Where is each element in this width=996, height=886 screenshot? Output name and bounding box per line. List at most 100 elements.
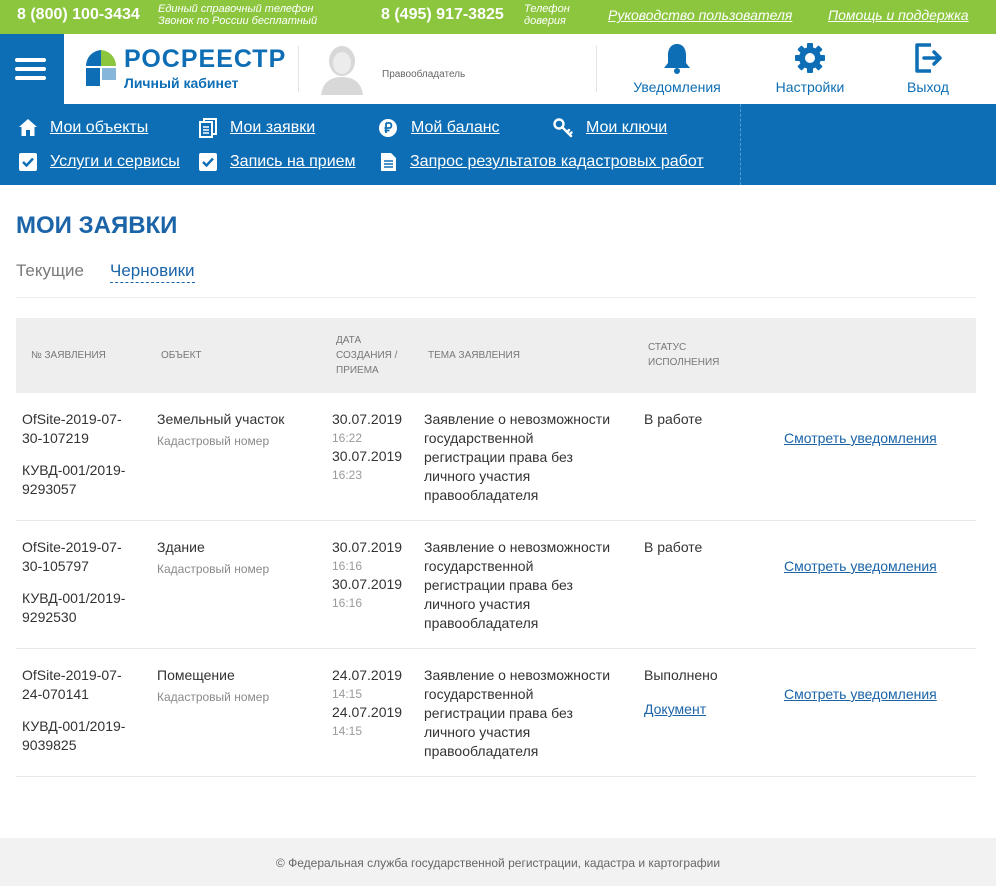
notifications-button[interactable]: Уведомления xyxy=(617,42,737,102)
notifications-label: Уведомления xyxy=(633,79,721,95)
ruble-icon xyxy=(379,119,397,137)
received-date: 30.07.2019 xyxy=(332,576,403,592)
footer: © Федеральная служба государственной рег… xyxy=(0,838,996,886)
header-date-l1: ДАТА xyxy=(336,335,362,346)
created-date: 30.07.2019 xyxy=(332,411,403,427)
bell-icon xyxy=(664,44,690,74)
received-time: 14:15 xyxy=(332,724,363,738)
received-time: 16:23 xyxy=(332,468,363,482)
topic-l2: государственной xyxy=(424,558,534,574)
hotline-note-line2: Звонок по России бесплатный xyxy=(158,15,318,27)
status-text: Выполнено xyxy=(644,667,718,683)
logout-button[interactable]: Выход xyxy=(868,42,988,102)
request-number-l1: OfSite-2019-07- xyxy=(22,667,122,683)
object-type: Помещение xyxy=(157,667,235,683)
received-date: 24.07.2019 xyxy=(332,704,403,720)
user-avatar-icon xyxy=(321,46,363,95)
table-row: OfSite-2019-07- 30-107219 КУВД-001/2019-… xyxy=(16,393,976,521)
object-type: Земельный участок xyxy=(157,411,285,427)
top-info-bar: 8 (800) 100-3434 Единый справочный телеф… xyxy=(0,0,996,34)
nav-my-requests[interactable]: Мои заявки xyxy=(230,119,315,137)
created-time: 16:16 xyxy=(332,559,363,573)
table-row: OfSite-2019-07- 24-070141 КУВД-001/2019-… xyxy=(16,649,976,777)
cadastral-label: Кадастровый номер xyxy=(157,562,270,576)
table-header: № ЗАЯВЛЕНИЯ ОБЪЕКТ ДАТА СОЗДАНИЯ / ПРИЕМ… xyxy=(16,318,976,393)
topic-l1: Заявление о невозможности xyxy=(424,411,611,427)
view-notifications-link[interactable]: Смотреть уведомления xyxy=(784,429,937,448)
created-date: 24.07.2019 xyxy=(332,667,403,683)
checkbox-icon xyxy=(199,153,217,171)
kuvd-number: КУВД-001/2019- 9039825 xyxy=(22,717,125,755)
request-number: OfSite-2019-07- 30-107219 xyxy=(22,410,122,448)
settings-button[interactable]: Настройки xyxy=(750,42,870,102)
topic-l5: правообладателя xyxy=(424,615,539,631)
kuvd-number-l1: КУВД-001/2019- xyxy=(22,590,126,606)
trust-note-line2: доверия xyxy=(524,15,566,27)
cadastral-label: Кадастровый номер xyxy=(157,434,270,448)
topic-l5: правообладателя xyxy=(424,487,539,503)
request-number-l1: OfSite-2019-07- xyxy=(22,539,122,555)
page-title: МОИ ЗАЯВКИ xyxy=(16,212,178,239)
tab-drafts[interactable]: Черновики xyxy=(110,261,195,283)
kuvd-number: КУВД-001/2019- 9292530 xyxy=(22,589,125,627)
cadastral-label: Кадастровый номер xyxy=(157,690,270,704)
view-notifications-link[interactable]: Смотреть уведомления xyxy=(784,685,937,704)
hotline-note-line1: Единый справочный телефон xyxy=(158,3,314,15)
logout-icon xyxy=(915,43,942,73)
request-number-l2: 30-107219 xyxy=(22,430,89,446)
header-number: № ЗАЯВЛЕНИЯ xyxy=(31,350,106,361)
nav-divider xyxy=(740,104,741,185)
topic-l3: регистрации права без xyxy=(424,449,573,465)
topic-l1: Заявление о невозможности xyxy=(424,539,611,555)
main-nav: Мои объекты Мои заявки Мой баланс Мои кл… xyxy=(0,104,996,185)
request-topic: Заявление о невозможности государственно… xyxy=(424,538,610,633)
kuvd-number-l2: 9293057 xyxy=(22,481,77,497)
trust-note-line1: Телефон xyxy=(524,3,570,15)
topic-l3: регистрации права без xyxy=(424,577,573,593)
request-number-l2: 30-105797 xyxy=(22,558,89,574)
kuvd-number-l2: 9039825 xyxy=(22,737,77,753)
topic-l4: личного участия xyxy=(424,724,531,740)
footer-copyright: © Федеральная служба государственной рег… xyxy=(275,856,721,870)
file-icon xyxy=(381,153,396,171)
request-number: OfSite-2019-07- 30-105797 xyxy=(22,538,122,576)
created-date: 30.07.2019 xyxy=(332,539,403,555)
nav-cadastral-request[interactable]: Запрос результатов кадастровых работ xyxy=(410,153,704,171)
topic-l3: регистрации права без xyxy=(424,705,573,721)
document-icon xyxy=(199,118,217,138)
document-link[interactable]: Документ xyxy=(644,700,706,719)
nav-my-balance[interactable]: Мой баланс xyxy=(411,119,500,137)
menu-icon-bar xyxy=(15,67,46,71)
topic-l1: Заявление о невозможности xyxy=(424,667,611,683)
home-icon xyxy=(19,119,37,136)
received-date: 30.07.2019 xyxy=(332,448,403,464)
kuvd-number-l1: КУВД-001/2019- xyxy=(22,462,126,478)
header-object: ОБЪЕКТ xyxy=(161,350,202,361)
nav-my-keys[interactable]: Мои ключи xyxy=(586,119,667,137)
tabs-divider xyxy=(16,297,976,298)
topic-l5: правообладателя xyxy=(424,743,539,759)
trust-phone: 8 (495) 917-3825 xyxy=(381,6,504,23)
created-time: 16:22 xyxy=(332,431,363,445)
nav-services[interactable]: Услуги и сервисы xyxy=(50,153,180,171)
nav-appointment[interactable]: Запись на прием xyxy=(230,153,356,171)
menu-icon-bar xyxy=(15,76,46,80)
header-date: ДАТА СОЗДАНИЯ / ПРИЕМА xyxy=(336,333,397,378)
nav-my-objects[interactable]: Мои объекты xyxy=(50,119,148,137)
status-text: В работе xyxy=(644,411,703,427)
topic-l4: личного участия xyxy=(424,468,531,484)
header-status-l1: СТАТУС xyxy=(648,342,687,353)
topic-l4: личного участия xyxy=(424,596,531,612)
rosreestr-logo-icon xyxy=(85,50,117,86)
menu-button[interactable] xyxy=(0,34,64,104)
created-time: 14:15 xyxy=(332,687,363,701)
logo-title[interactable]: РОСРЕЕСТР xyxy=(124,45,286,74)
header-divider xyxy=(596,46,597,92)
received-time: 16:16 xyxy=(332,596,363,610)
tab-current[interactable]: Текущие xyxy=(16,261,84,281)
topic-l2: государственной xyxy=(424,430,534,446)
logout-label: Выход xyxy=(907,79,949,95)
view-notifications-link[interactable]: Смотреть уведомления xyxy=(784,557,937,576)
help-support-link[interactable]: Помощь и поддержка xyxy=(828,7,969,23)
user-guide-link[interactable]: Руководство пользователя xyxy=(608,7,792,23)
